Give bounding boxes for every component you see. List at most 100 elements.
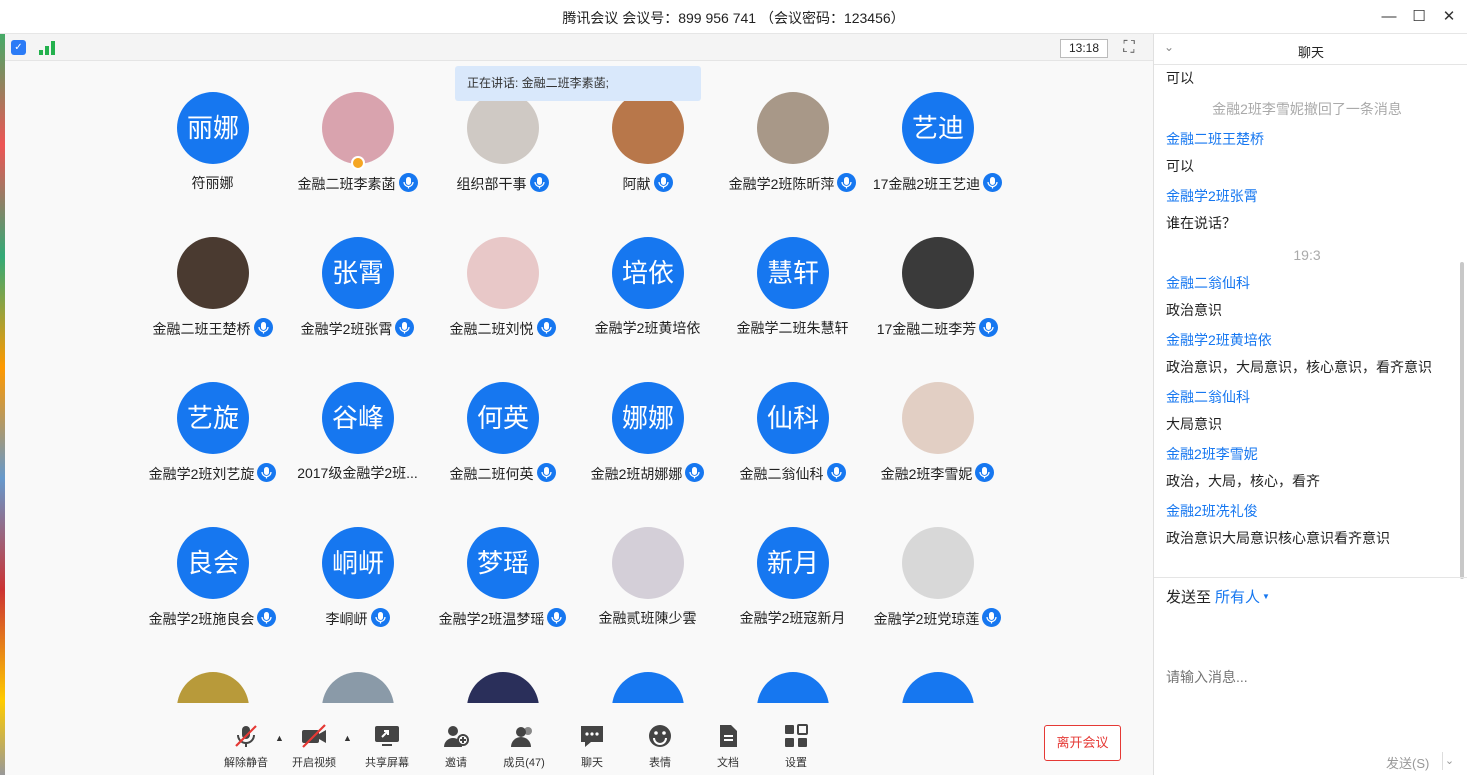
participant-tile[interactable]: 峒岍 李峒岍 — [285, 496, 430, 641]
mic-icon — [685, 463, 705, 482]
participant-name-row: 金融2班胡娜娜 — [565, 463, 730, 484]
avatar — [467, 672, 539, 703]
video-options-caret[interactable]: ▲ — [343, 733, 352, 743]
avatar — [612, 672, 684, 703]
participant-tile[interactable]: 17金融二班李芳 — [865, 206, 1010, 351]
send-button[interactable]: 发送(S) — [1386, 753, 1429, 772]
chat-scrollbar[interactable] — [1460, 262, 1464, 579]
participant-tile[interactable]: 慧轩 金融学二班朱慧轩 — [720, 206, 865, 351]
chat-messages[interactable]: 可以 金融2班李雪妮撤回了一条消息 金融二班王楚桥 可以 金融学2班张霄 谁在说话？ 19:… — [1154, 65, 1460, 577]
participant-tile[interactable]: 金融学2班陈昕萍 — [720, 61, 865, 206]
signal-icon[interactable] — [39, 40, 55, 55]
participant-tile[interactable] — [865, 641, 1010, 703]
chat-button[interactable]: 聊天 — [562, 722, 622, 770]
participant-tile[interactable]: 艺迪 17金融2班王艺迪 — [865, 61, 1010, 206]
avatar: 仙科 — [757, 382, 829, 454]
participant-tile[interactable]: 金融二班王楚桥 — [140, 206, 285, 351]
shield-icon[interactable]: ✓ — [11, 40, 26, 55]
participant-tile[interactable]: 金融二班李素菡 — [285, 61, 430, 206]
participant-name-row: 金融学2班寇新月 — [710, 608, 875, 628]
send-options-chevron-icon[interactable]: ⌄ — [1442, 752, 1456, 770]
participant-tile[interactable]: 新月 金融学2班寇新月 — [720, 496, 865, 641]
mic-icon — [253, 318, 273, 337]
participant-name-row: 2017级金融学2班... — [275, 463, 440, 483]
chat-sender[interactable]: 金融二翁仙科 — [1166, 387, 1250, 407]
caret-down-icon[interactable]: ▼ — [1262, 592, 1270, 601]
chat-input[interactable] — [1166, 612, 1456, 742]
participant-name-row: 金融二班何英 — [420, 463, 585, 484]
participant-name-row: 金融学2班刘艺旋 — [130, 463, 295, 484]
participant-name: 金融学二班朱慧轩 — [736, 320, 849, 336]
avatar — [177, 237, 249, 309]
mic-icon — [257, 608, 277, 627]
mic-icon — [826, 463, 846, 482]
leave-meeting-button[interactable]: 离开会议 — [1044, 725, 1121, 761]
participant-tile[interactable]: 金融2班李雪妮 — [865, 351, 1010, 496]
chat-sender[interactable]: 金融学2班黄培依 — [1166, 330, 1272, 350]
participant-tile[interactable]: 金融学2班党琼莲 — [865, 496, 1010, 641]
participant-name: 金融学2班陈昕萍 — [728, 176, 835, 192]
chat-sender[interactable]: 金融二班王楚桥 — [1166, 129, 1264, 149]
participant-name-row: 金融二班刘悦 — [420, 318, 585, 339]
window-title: 腾讯会议 会议号：899 956 741 （会议密码：123456） — [562, 10, 905, 26]
participant-tile[interactable]: 谷峰 2017级金融学2班... — [285, 351, 430, 496]
participant-name-row: 李峒岍 — [275, 608, 440, 629]
participant-tile[interactable]: 艺旋 金融学2班刘艺旋 — [140, 351, 285, 496]
participant-tile[interactable]: 金融二班刘悦 — [430, 206, 575, 351]
participant-tile[interactable] — [285, 641, 430, 703]
avatar — [757, 92, 829, 164]
start-video-button[interactable]: 开启视频 — [284, 722, 344, 770]
avatar — [902, 527, 974, 599]
participant-name-row: 金融贰班陳少雲 — [565, 608, 730, 628]
avatar: 丽娜 — [177, 92, 249, 164]
chat-sender[interactable]: 金融二翁仙科 — [1166, 273, 1250, 293]
chat-sender[interactable]: 金融2班冼礼俊 — [1166, 501, 1258, 521]
participant-tile[interactable]: 良会 金融学2班施良会 — [140, 496, 285, 641]
chat-sender[interactable]: 金融2班李雪妮 — [1166, 444, 1258, 464]
emoji-button[interactable]: 表情 — [630, 722, 690, 770]
avatar: 娜娜 — [612, 382, 684, 454]
mic-icon — [983, 173, 1003, 192]
invite-button[interactable]: 邀请 — [426, 722, 486, 770]
smiley-icon — [646, 722, 674, 750]
participant-tile[interactable] — [430, 641, 575, 703]
chat-sender[interactable]: 金融学2班张霄 — [1166, 186, 1258, 206]
participant-name: 金融学2班黄培依 — [594, 320, 701, 336]
participant-tile[interactable]: 金融贰班陳少雲 — [575, 496, 720, 641]
participant-tile[interactable]: 丽娜 符丽娜 — [140, 61, 285, 206]
chat-icon — [578, 722, 606, 750]
audio-options-caret[interactable]: ▲ — [275, 733, 284, 743]
participant-tile[interactable] — [140, 641, 285, 703]
docs-button[interactable]: 文档 — [698, 722, 758, 770]
participant-tile[interactable]: 梦瑶 金融学2班温梦瑶 — [430, 496, 575, 641]
share-screen-button[interactable]: 共享屏幕 — [357, 722, 417, 770]
participant-name: 金融二班王楚桥 — [152, 321, 251, 337]
participant-tile[interactable]: 张霄 金融学2班张霄 — [285, 206, 430, 351]
participant-name-row: 金融学二班朱慧轩 — [710, 318, 875, 338]
meeting-window: 腾讯会议 会议号：899 956 741 （会议密码：123456） — ☐ ✕… — [0, 0, 1467, 775]
chat-message: 政治意识 — [1166, 302, 1222, 318]
fullscreen-icon[interactable]: ⛶ — [1120, 39, 1138, 57]
send-to-target[interactable]: 所有人 — [1215, 589, 1260, 606]
avatar: 良会 — [177, 527, 249, 599]
participant-name-row: 17金融二班李芳 — [855, 318, 1020, 339]
maximize-icon[interactable]: ☐ — [1408, 6, 1430, 28]
participant-name-row: 金融学2班黄培依 — [565, 318, 730, 338]
participant-tile[interactable] — [575, 641, 720, 703]
mic-icon — [536, 318, 556, 337]
participant-tile[interactable]: 培依 金融学2班黄培依 — [575, 206, 720, 351]
participant-tile[interactable]: 何英 金融二班何英 — [430, 351, 575, 496]
participant-tile[interactable]: 仙科 金融二翁仙科 — [720, 351, 865, 496]
settings-button[interactable]: 设置 — [766, 722, 826, 770]
participant-tile[interactable]: 娜娜 金融2班胡娜娜 — [575, 351, 720, 496]
avatar: 梦瑶 — [467, 527, 539, 599]
chat-title: 聊天 — [1297, 45, 1324, 60]
avatar: 艺迪 — [902, 92, 974, 164]
participant-tile[interactable] — [720, 641, 865, 703]
close-icon[interactable]: ✕ — [1438, 6, 1460, 28]
unmute-button[interactable]: 解除静音 — [216, 722, 276, 770]
minimize-icon[interactable]: — — [1378, 6, 1400, 28]
chat-message: 可以 — [1166, 70, 1194, 86]
send-to-selector[interactable]: 发送至 所有人 ▼ — [1166, 586, 1270, 607]
members-button[interactable]: 成员(47) — [494, 722, 554, 770]
